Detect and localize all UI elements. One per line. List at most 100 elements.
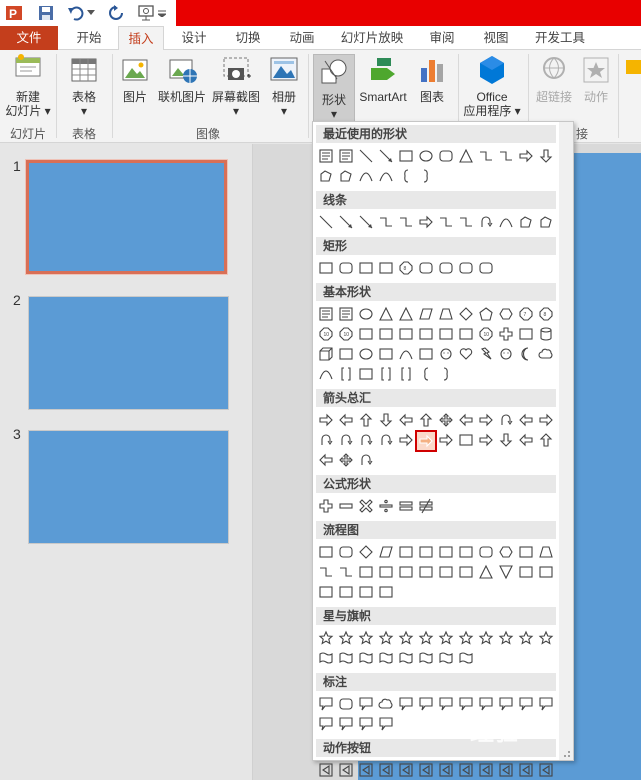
minus-shape-icon[interactable]	[337, 497, 355, 515]
l-shape-shape-icon[interactable]	[457, 325, 475, 343]
line-callout-4-border-shape-icon[interactable]	[377, 715, 395, 733]
tab-review[interactable]: 审阅	[416, 26, 468, 50]
right-bracket-shape-icon[interactable]	[397, 365, 415, 383]
snip-round-shape-icon[interactable]	[417, 259, 435, 277]
star-10-shape-icon[interactable]	[457, 629, 475, 647]
triangle-shape-icon[interactable]	[457, 147, 475, 165]
action-button[interactable]: 动作	[578, 54, 614, 104]
line-callout-3-shape-icon[interactable]	[437, 695, 455, 713]
frame-shape-icon[interactable]	[417, 325, 435, 343]
plaque-shape-icon[interactable]	[517, 325, 535, 343]
screenshot-button[interactable]: 屏幕截图 ▾	[210, 54, 262, 118]
line-callout-3-border-shape-icon[interactable]	[357, 715, 375, 733]
action-home-shape-icon[interactable]	[397, 761, 415, 779]
direct-access-storage-shape-icon[interactable]	[357, 583, 375, 601]
tab-file[interactable]: 文件	[0, 26, 58, 50]
start-from-beginning-icon[interactable]	[136, 3, 156, 23]
tab-developer[interactable]: 开发工具	[524, 26, 596, 50]
terminator-shape-icon[interactable]	[477, 543, 495, 561]
action-end-shape-icon[interactable]	[377, 761, 395, 779]
oval-callout-shape-icon[interactable]	[357, 695, 375, 713]
snip-same-side-shape-icon[interactable]	[377, 259, 395, 277]
explosion-1-shape-icon[interactable]	[317, 629, 335, 647]
curve-shape-icon[interactable]	[377, 167, 395, 185]
star-24-shape-icon[interactable]	[517, 629, 535, 647]
pentagon-shape-icon[interactable]	[477, 305, 495, 323]
trapezoid-shape-icon[interactable]	[437, 305, 455, 323]
star-5-shape-icon[interactable]	[377, 629, 395, 647]
rounded-rectangle-shape-icon[interactable]	[437, 147, 455, 165]
cube-shape-icon[interactable]	[317, 345, 335, 363]
freeform-shape-icon[interactable]	[317, 167, 335, 185]
curved-down-arrow-shape-icon[interactable]	[377, 431, 395, 449]
vertical-text-box-shape-icon[interactable]	[337, 147, 355, 165]
customize-toolbar-icon[interactable]	[156, 3, 168, 23]
curved-double-arrow-shape-icon[interactable]	[477, 213, 495, 231]
curved-up-arrow-shape-icon[interactable]	[357, 431, 375, 449]
bevel-shape-icon[interactable]	[337, 345, 355, 363]
picture-button[interactable]: 图片	[116, 54, 154, 104]
double-wave-shape-icon[interactable]	[457, 649, 475, 667]
process-shape-icon[interactable]	[317, 543, 335, 561]
shapes-button[interactable]: 形状 ▾	[313, 54, 355, 124]
new-slide-button[interactable]: 新建 幻灯片 ▾	[4, 54, 52, 118]
double-brace-shape-icon[interactable]	[357, 365, 375, 383]
display-shape-icon[interactable]	[377, 583, 395, 601]
multiply-shape-icon[interactable]	[357, 497, 375, 515]
stored-data-shape-icon[interactable]	[517, 563, 535, 581]
tab-design[interactable]: 设计	[168, 26, 220, 50]
left-brace-shape-icon[interactable]	[417, 365, 435, 383]
left-right-arrow-shape-icon[interactable]	[397, 411, 415, 429]
collate-shape-icon[interactable]	[437, 563, 455, 581]
triangle-shape-icon[interactable]	[377, 305, 395, 323]
right-triangle-shape-icon[interactable]	[397, 305, 415, 323]
up-arrow-callout-shape-icon[interactable]	[537, 431, 555, 449]
chord-shape-icon[interactable]	[377, 325, 395, 343]
tab-view[interactable]: 视图	[470, 26, 522, 50]
parallelogram-shape-icon[interactable]	[417, 305, 435, 323]
tab-transitions[interactable]: 切换	[222, 26, 274, 50]
snip-single-corner-shape-icon[interactable]	[357, 259, 375, 277]
snip-diagonal-shape-icon[interactable]: 8	[397, 259, 415, 277]
tab-animations[interactable]: 动画	[276, 26, 328, 50]
card-shape-icon[interactable]	[357, 563, 375, 581]
text-box-shape-icon[interactable]	[317, 305, 335, 323]
data-shape-icon[interactable]	[377, 543, 395, 561]
online-picture-button[interactable]: 联机图片	[156, 54, 208, 104]
diamond-shape-icon[interactable]	[457, 305, 475, 323]
left-brace-shape-icon[interactable]	[397, 167, 415, 185]
line-callout-4-accent-shape-icon[interactable]	[537, 695, 555, 713]
redo-icon[interactable]	[106, 3, 126, 23]
line-shape-icon[interactable]	[317, 213, 335, 231]
decagon-shape-icon[interactable]: 10	[317, 325, 335, 343]
curved-right-arrow-shape-icon[interactable]	[317, 431, 335, 449]
up-ribbon-shape-icon[interactable]	[317, 649, 335, 667]
sun-shape-icon[interactable]	[497, 345, 515, 363]
text-box-shape-icon[interactable]	[317, 147, 335, 165]
curved-up-ribbon-shape-icon[interactable]	[357, 649, 375, 667]
no-symbol-shape-icon[interactable]	[377, 345, 395, 363]
star-12-shape-icon[interactable]	[477, 629, 495, 647]
heart-shape-icon[interactable]	[457, 345, 475, 363]
table-button[interactable]: 表格 ▾	[62, 54, 106, 118]
wave-shape-icon[interactable]	[437, 649, 455, 667]
right-arrow-callout-shape-icon[interactable]	[477, 431, 495, 449]
vertical-text-box-shape-icon[interactable]	[337, 305, 355, 323]
round-diagonal-shape-icon[interactable]	[477, 259, 495, 277]
arrow-line-shape-icon[interactable]	[377, 147, 395, 165]
donut-shape-icon[interactable]	[357, 345, 375, 363]
left-arrow-shape-icon[interactable]	[337, 411, 355, 429]
right-brace-shape-icon[interactable]	[417, 167, 435, 185]
tab-slideshow[interactable]: 幻灯片放映	[330, 26, 414, 50]
pie-shape-icon[interactable]	[357, 325, 375, 343]
summing-junction-shape-icon[interactable]	[397, 563, 415, 581]
action-back-shape-icon[interactable]	[317, 761, 335, 779]
equal-shape-icon[interactable]	[397, 497, 415, 515]
bent-arrow-shape-icon[interactable]	[477, 411, 495, 429]
star-8-shape-icon[interactable]	[437, 629, 455, 647]
manual-operation-shape-icon[interactable]	[537, 543, 555, 561]
pentagon-arrow-shape-icon[interactable]	[437, 431, 455, 449]
extract-shape-icon[interactable]	[477, 563, 495, 581]
arrow-line-shape-icon[interactable]	[337, 213, 355, 231]
star-16-shape-icon[interactable]	[497, 629, 515, 647]
